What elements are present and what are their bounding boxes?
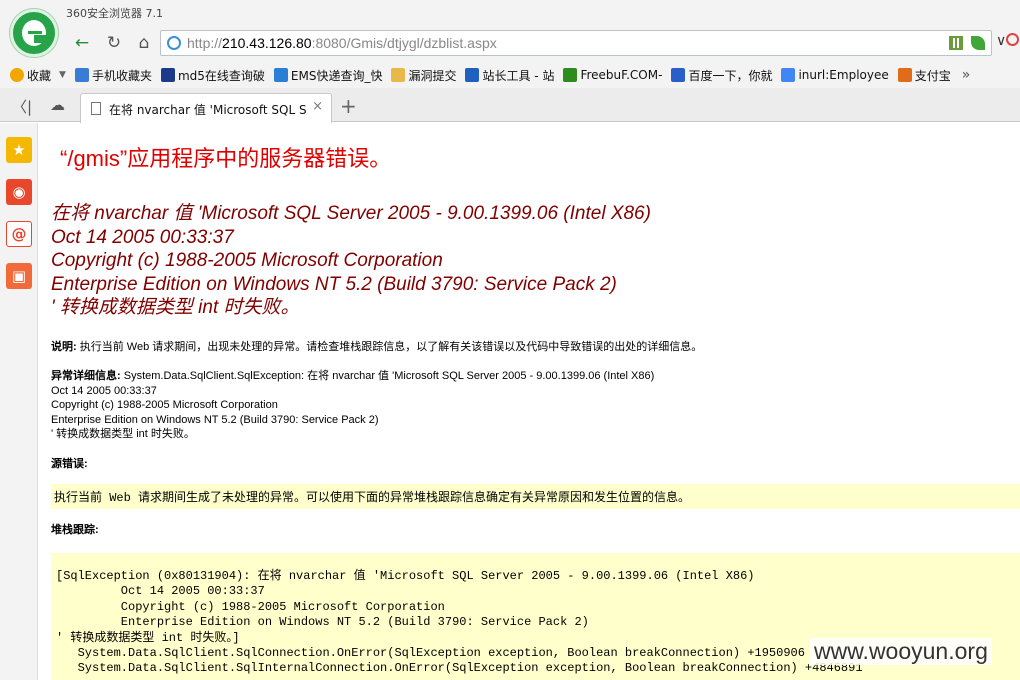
description-label: 说明: [51, 341, 77, 353]
exception-first-line: System.Data.SqlClient.SqlException: 在将 n… [123, 370, 655, 382]
exception-details-rest: Oct 14 2005 00:33:37 Copyright (c) 1988-… [51, 385, 379, 441]
globe-icon [167, 36, 181, 50]
mail-icon[interactable]: @ [6, 221, 32, 247]
bookmark-item[interactable]: 站长工具 - 站 [465, 67, 554, 84]
document-icon [91, 102, 101, 115]
leaf-icon[interactable] [971, 36, 985, 50]
bookmark-item[interactable]: md5在线查询破 [160, 67, 265, 84]
bookmark-item[interactable]: 百度一下，你就 [671, 67, 772, 84]
freebuf-icon [563, 68, 578, 82]
bookmark-item[interactable]: 手机收藏夹 [74, 67, 152, 84]
tab-label: 在将 nvarchar 值 'Microsoft SQL S [109, 103, 307, 117]
source-error-label: 源错误: [51, 458, 88, 470]
weibo-icon[interactable]: ◉ [6, 179, 32, 205]
bookmark-item[interactable]: 支付宝 [897, 67, 951, 84]
bookmark-item[interactable]: EMS快递查询_快 [273, 67, 382, 84]
description-text: 执行当前 Web 请求期间，出现未处理的异常。请检查堆栈跟踪信息，以了解有关该错… [79, 341, 703, 353]
page-title: “/gmis”应用程序中的服务器错误。 [60, 146, 392, 171]
home-icon[interactable]: ⌂ [132, 32, 156, 54]
refresh-icon[interactable]: ↻ [102, 32, 126, 54]
exception-details-block: 异常详细信息: System.Data.SqlClient.SqlExcepti… [51, 369, 654, 383]
baidu-paw-icon [671, 68, 686, 82]
page-content: “/gmis”应用程序中的服务器错误。 在将 nvarchar 值 'Micro… [38, 123, 1020, 680]
source-error-box: 执行当前 Web 请求期间生成了未处理的异常。可以使用下面的异常堆栈跟踪信息确定… [51, 484, 1020, 509]
favorites-star-icon[interactable]: ★ [6, 137, 32, 163]
url-text[interactable]: http://210.43.126.80:8080/Gmis/dtjygl/dz… [187, 35, 497, 51]
google-icon [781, 68, 796, 82]
bookmarks-bar: 收藏 ▼ 手机收藏夹 md5在线查询破 EMS快递查询_快 漏洞提交 站长工具 -… [0, 62, 1020, 88]
description-block: 说明: 执行当前 Web 请求期间，出现未处理的异常。请检查堆栈跟踪信息，以了解… [51, 340, 702, 354]
tab-active[interactable]: 在将 nvarchar 值 'Microsoft SQL S × [80, 93, 332, 123]
back-arrow-icon[interactable]: ← [70, 32, 94, 54]
chinaz-icon [465, 68, 480, 82]
shopping-icon[interactable]: ▣ [6, 263, 32, 289]
bookmark-item[interactable]: inurl:Employee [781, 68, 889, 82]
phone-icon [74, 68, 89, 82]
error-message: 在将 nvarchar 值 'Microsoft SQL Server 2005… [51, 203, 651, 318]
exception-label: 异常详细信息: [51, 370, 121, 382]
bookmark-item[interactable]: FreebuF.COM- [563, 68, 662, 82]
address-bar[interactable]: http://210.43.126.80:8080/Gmis/dtjygl/dz… [160, 30, 992, 56]
ems-icon [273, 68, 288, 82]
star-icon [10, 68, 24, 82]
bookmark-item[interactable]: 漏洞提交 [391, 67, 456, 84]
browser-titlebar: 360安全浏览器 7.1 ← ↻ ⌂ http://210.43.126.80:… [0, 0, 1020, 62]
new-tab-icon[interactable]: + [340, 94, 357, 118]
watermark: www.wooyun.org [810, 638, 992, 665]
folder-icon [391, 68, 406, 82]
chevron-down-icon[interactable]: ∨ [996, 33, 1006, 49]
sidebar: ★ ◉ @ ▣ [0, 123, 38, 680]
browser-logo-icon [10, 9, 58, 57]
tab-bar: 〈| ☁ 在将 nvarchar 值 'Microsoft SQL S × + [0, 88, 1020, 123]
more-bookmarks-icon[interactable]: » [962, 67, 971, 83]
cloud-icon[interactable]: ☁ [50, 96, 65, 114]
stack-trace-label: 堆栈跟踪: [51, 524, 99, 536]
search-icon[interactable] [1006, 33, 1019, 46]
close-icon[interactable]: × [312, 99, 323, 114]
alipay-icon [897, 68, 912, 82]
bookmark-favorites[interactable]: 收藏 ▼ [10, 67, 66, 84]
dropdown-arrow-icon[interactable]: ▼ [59, 70, 66, 80]
grid-icon [160, 68, 175, 82]
app-title: 360安全浏览器 7.1 [66, 7, 163, 20]
qr-code-icon[interactable] [949, 36, 963, 50]
tab-list-icon[interactable]: 〈| [12, 96, 32, 117]
